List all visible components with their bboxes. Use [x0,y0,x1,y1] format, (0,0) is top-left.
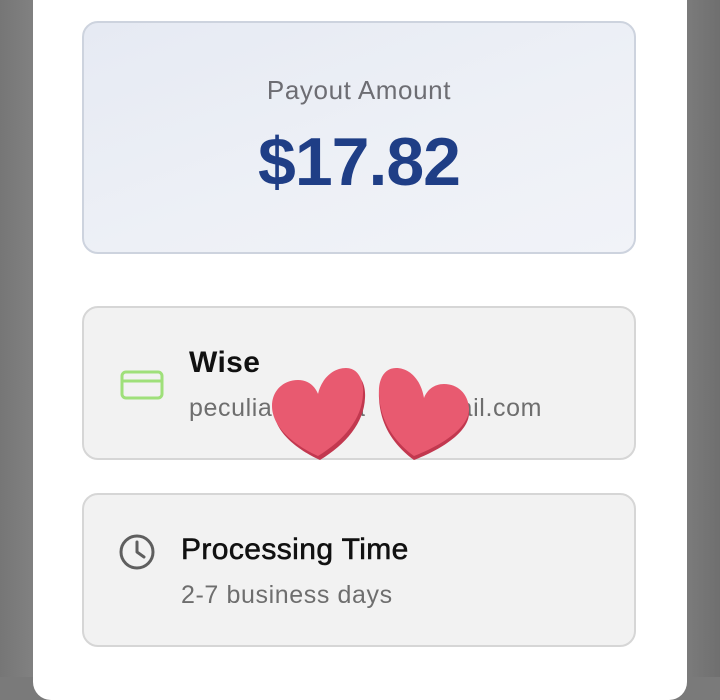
heart-sticker-left [272,368,366,460]
payout-amount-card: Payout Amount $17.82 [82,21,636,254]
processing-time-title: Processing Time [181,533,409,567]
credit-card-icon [120,370,164,400]
payout-method-name: Wise [189,346,261,379]
heart-sticker-right [378,368,470,460]
payout-amount-value: $17.82 [258,124,461,200]
processing-time-card: Processing Time 2-7 business days [82,493,636,647]
payout-amount-label: Payout Amount [266,75,452,105]
processing-time-detail: 2-7 business days [181,581,393,609]
heart-stickers [272,368,470,460]
clock-icon [119,534,155,570]
